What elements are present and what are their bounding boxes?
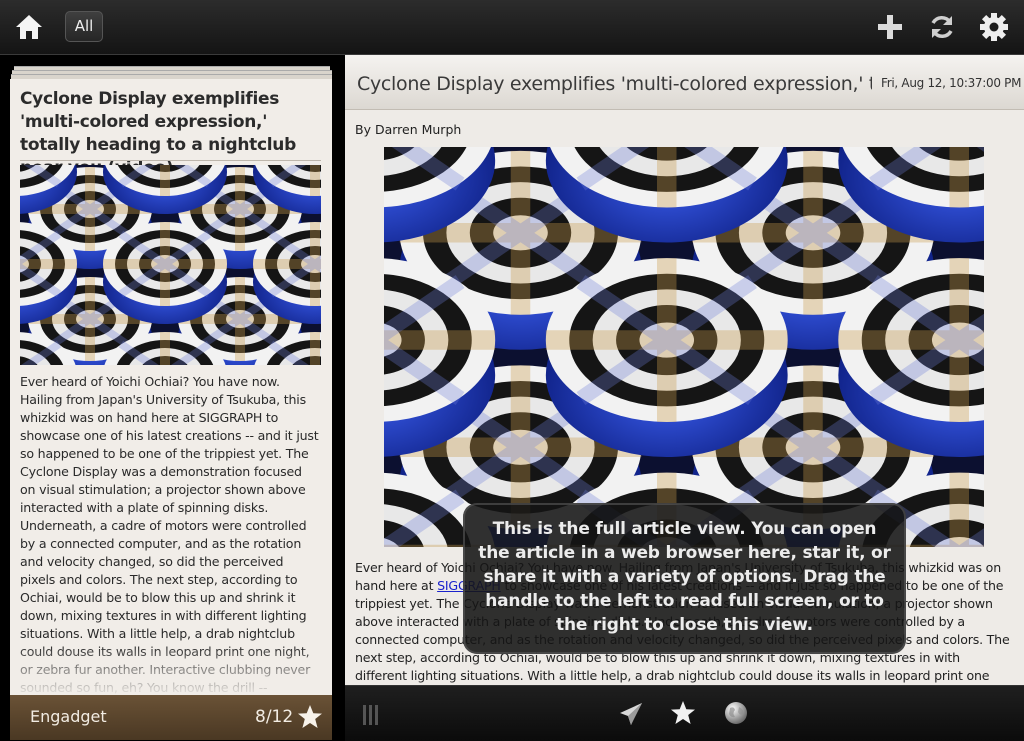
article-image — [384, 147, 984, 547]
gear-icon[interactable] — [979, 12, 1009, 42]
help-tooltip[interactable]: This is the full article view. You can o… — [463, 503, 906, 654]
top-toolbar: All — [0, 0, 1024, 55]
star-icon[interactable] — [670, 700, 696, 726]
article-header: Cyclone Display exemplifies 'multi-color… — [345, 55, 1024, 110]
plus-icon[interactable] — [876, 13, 904, 41]
source-name: Engadget — [30, 707, 107, 726]
star-icon[interactable] — [297, 704, 323, 730]
article-count: 8/12 — [255, 707, 294, 727]
card-divider — [20, 160, 321, 161]
article-title: Cyclone Display exemplifies 'multi-color… — [357, 73, 872, 95]
card-fade — [10, 645, 332, 695]
bottom-toolbar — [345, 685, 1024, 741]
card-image — [20, 165, 321, 365]
globe-icon[interactable] — [723, 700, 749, 726]
article-date: Fri, Aug 12, 10:37:00 PM — [881, 76, 1022, 90]
paper-plane-icon[interactable] — [618, 701, 644, 727]
article-author: By Darren Murph — [355, 122, 462, 137]
home-icon[interactable] — [14, 13, 44, 41]
tooltip-text: This is the full article view. You can o… — [478, 519, 891, 635]
filter-all-button[interactable]: All — [65, 11, 103, 42]
article-card[interactable]: Cyclone Display exemplifies 'multi-color… — [10, 79, 332, 695]
refresh-icon[interactable] — [928, 13, 956, 41]
card-footer: Engadget 8/12 — [10, 695, 332, 740]
drag-handle-icon[interactable] — [361, 704, 383, 726]
card-stack-panel: Cyclone Display exemplifies 'multi-color… — [0, 55, 344, 740]
